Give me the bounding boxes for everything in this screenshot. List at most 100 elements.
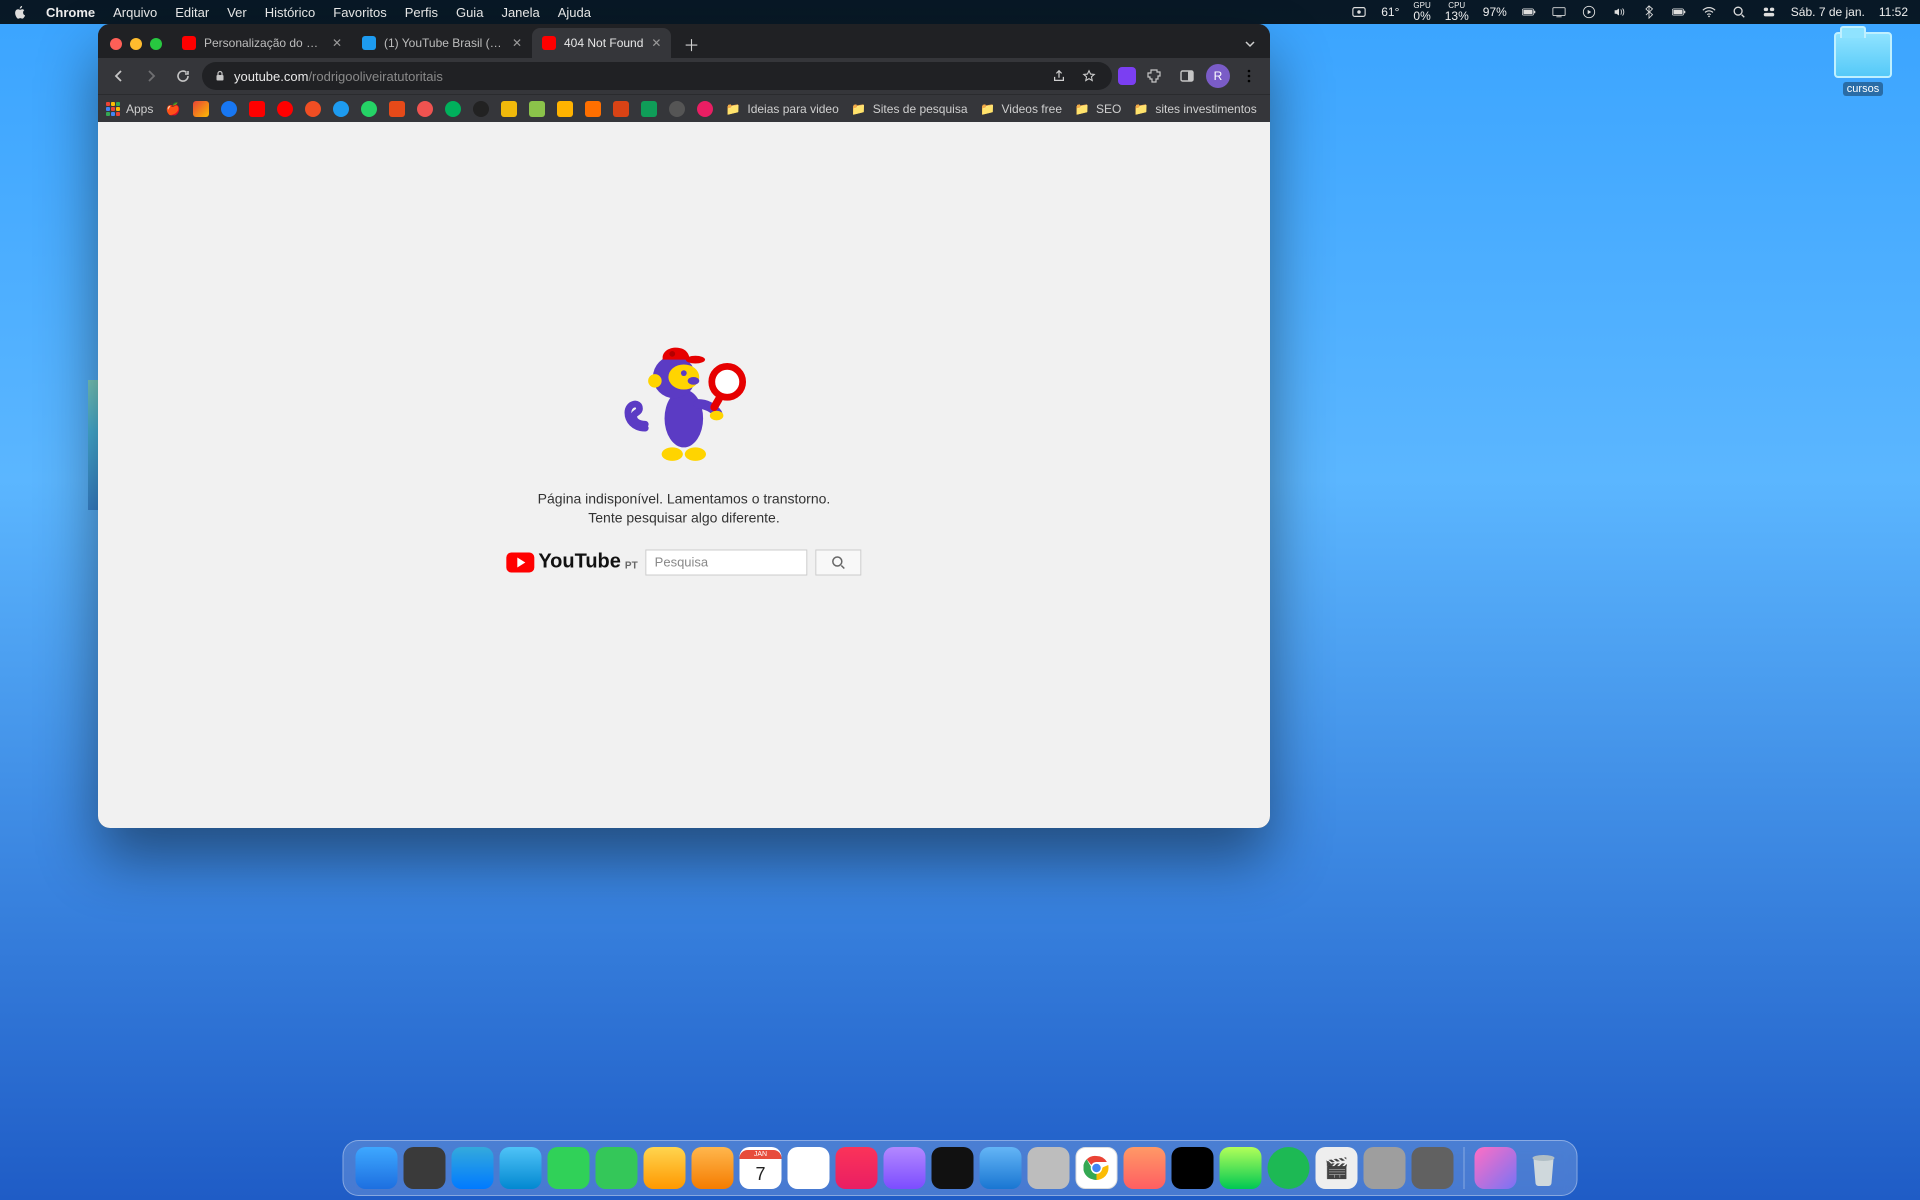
other-bookmarks[interactable]: 📁Outros favoritos bbox=[1269, 101, 1270, 117]
menu-guia[interactable]: Guia bbox=[456, 5, 483, 20]
new-tab-button[interactable]: ＋ bbox=[677, 30, 705, 58]
close-tab-button[interactable]: ✕ bbox=[332, 36, 342, 50]
desktop-folder-cursos[interactable]: cursos bbox=[1832, 32, 1894, 96]
bookmark-facebook[interactable] bbox=[221, 101, 237, 117]
forward-button[interactable] bbox=[138, 63, 164, 89]
dock-imovie[interactable]: 🎬 bbox=[1316, 1147, 1358, 1189]
bookmark-6[interactable] bbox=[389, 101, 405, 117]
dock-spotify[interactable] bbox=[1268, 1147, 1310, 1189]
dock-photos[interactable] bbox=[644, 1147, 686, 1189]
playback-icon[interactable] bbox=[1581, 4, 1597, 20]
chrome-menu-button[interactable] bbox=[1236, 63, 1262, 89]
search-input[interactable]: Pesquisa bbox=[646, 549, 808, 575]
bookmark-apple[interactable]: 🍎 bbox=[165, 101, 181, 117]
dock-app3[interactable] bbox=[1220, 1147, 1262, 1189]
menubar-date[interactable]: Sáb. 7 de jan. bbox=[1791, 5, 1865, 19]
extensions-button[interactable] bbox=[1142, 63, 1168, 89]
bookmark-folder-3[interactable]: 📁Videos free bbox=[980, 101, 1063, 117]
spotlight-icon[interactable] bbox=[1731, 4, 1747, 20]
bookmark-11[interactable] bbox=[529, 101, 545, 117]
status-cpu[interactable]: CPU13% bbox=[1445, 2, 1469, 22]
dock-facetime[interactable] bbox=[548, 1147, 590, 1189]
bookmark-whatsapp[interactable] bbox=[361, 101, 377, 117]
extension-icon[interactable] bbox=[1118, 67, 1136, 85]
dock-safari[interactable] bbox=[452, 1147, 494, 1189]
dock-app4[interactable] bbox=[1412, 1147, 1454, 1189]
dock-messages[interactable] bbox=[596, 1147, 638, 1189]
tab-3-active[interactable]: 404 Not Found ✕ bbox=[532, 28, 671, 58]
minimize-window-button[interactable] bbox=[130, 38, 142, 50]
dock-app2[interactable] bbox=[1172, 1147, 1214, 1189]
active-app-name[interactable]: Chrome bbox=[46, 5, 95, 20]
address-bar[interactable]: youtube.com/rodrigooliveiratutoritais bbox=[202, 62, 1112, 90]
bookmark-17[interactable] bbox=[697, 101, 713, 117]
share-button[interactable] bbox=[1048, 65, 1070, 87]
bookmark-7[interactable] bbox=[417, 101, 433, 117]
dock-appstore[interactable] bbox=[980, 1147, 1022, 1189]
menu-janela[interactable]: Janela bbox=[501, 5, 539, 20]
dock-podcasts[interactable] bbox=[884, 1147, 926, 1189]
dock-mail[interactable] bbox=[500, 1147, 542, 1189]
maximize-window-button[interactable] bbox=[150, 38, 162, 50]
close-window-button[interactable] bbox=[110, 38, 122, 50]
bookmark-ytstudio[interactable] bbox=[277, 101, 293, 117]
battery-icon[interactable] bbox=[1521, 4, 1537, 20]
volume-icon[interactable] bbox=[1611, 4, 1627, 20]
bluetooth-icon[interactable] bbox=[1641, 4, 1657, 20]
dock-recent[interactable] bbox=[1475, 1147, 1517, 1189]
dock-trash[interactable] bbox=[1523, 1147, 1565, 1189]
bookmark-folder-4[interactable]: 📁SEO bbox=[1074, 101, 1121, 117]
menubar-time[interactable]: 11:52 bbox=[1879, 5, 1908, 19]
profile-avatar-button[interactable]: R bbox=[1206, 64, 1230, 88]
search-button[interactable] bbox=[816, 549, 862, 575]
wifi-icon[interactable] bbox=[1701, 4, 1717, 20]
dock-freeform[interactable] bbox=[692, 1147, 734, 1189]
bookmark-16[interactable] bbox=[669, 101, 685, 117]
bookmark-12[interactable] bbox=[557, 101, 573, 117]
dock-notes[interactable] bbox=[788, 1147, 830, 1189]
menu-arquivo[interactable]: Arquivo bbox=[113, 5, 157, 20]
close-tab-button[interactable]: ✕ bbox=[512, 36, 522, 50]
status-gpu[interactable]: GPU0% bbox=[1413, 2, 1430, 22]
dock-chrome[interactable] bbox=[1076, 1147, 1118, 1189]
dock-finder[interactable] bbox=[356, 1147, 398, 1189]
menu-historico[interactable]: Histórico bbox=[265, 5, 316, 20]
screenrec-icon[interactable] bbox=[1351, 4, 1367, 20]
bookmark-9[interactable] bbox=[473, 101, 489, 117]
menu-perfis[interactable]: Perfis bbox=[405, 5, 438, 20]
tab-2[interactable]: (1) YouTube Brasil (@YouTubeB ✕ bbox=[352, 28, 532, 58]
apple-icon[interactable] bbox=[12, 4, 28, 20]
bookmark-sheets[interactable] bbox=[641, 101, 657, 117]
bookmark-14[interactable] bbox=[613, 101, 629, 117]
tablist-dropdown-button[interactable] bbox=[1236, 30, 1264, 58]
bookmark-binance[interactable] bbox=[501, 101, 517, 117]
dock-calendar[interactable]: JAN7 bbox=[740, 1147, 782, 1189]
bookmark-gmail[interactable] bbox=[193, 101, 209, 117]
dock-launchpad[interactable] bbox=[404, 1147, 446, 1189]
sidepanel-button[interactable] bbox=[1174, 63, 1200, 89]
status-temp[interactable]: 61° bbox=[1381, 5, 1399, 19]
dock-photobooth[interactable] bbox=[1364, 1147, 1406, 1189]
bookmark-folder-1[interactable]: 📁Ideias para video bbox=[725, 101, 838, 117]
bookmark-8[interactable] bbox=[445, 101, 461, 117]
menu-ver[interactable]: Ver bbox=[227, 5, 247, 20]
bookmark-star-button[interactable] bbox=[1078, 65, 1100, 87]
menu-ajuda[interactable]: Ajuda bbox=[558, 5, 591, 20]
dock-music[interactable] bbox=[836, 1147, 878, 1189]
status-battery-pct[interactable]: 97% bbox=[1483, 5, 1507, 19]
back-button[interactable] bbox=[106, 63, 132, 89]
apps-shortcut[interactable]: Apps bbox=[106, 102, 153, 116]
dock-brave[interactable] bbox=[1124, 1147, 1166, 1189]
menu-editar[interactable]: Editar bbox=[175, 5, 209, 20]
bookmark-13[interactable] bbox=[585, 101, 601, 117]
bookmark-twitter[interactable] bbox=[333, 101, 349, 117]
control-center-icon[interactable] bbox=[1761, 4, 1777, 20]
youtube-logo[interactable]: YouTube PT bbox=[506, 551, 637, 574]
bookmark-folder-5[interactable]: 📁sites investimentos bbox=[1133, 101, 1256, 117]
battery2-icon[interactable] bbox=[1671, 4, 1687, 20]
menu-favoritos[interactable]: Favoritos bbox=[333, 5, 386, 20]
bookmark-folder-2[interactable]: 📁Sites de pesquisa bbox=[851, 101, 968, 117]
dock-settings[interactable] bbox=[1028, 1147, 1070, 1189]
bookmark-youtube[interactable] bbox=[249, 101, 265, 117]
dock-tv[interactable] bbox=[932, 1147, 974, 1189]
